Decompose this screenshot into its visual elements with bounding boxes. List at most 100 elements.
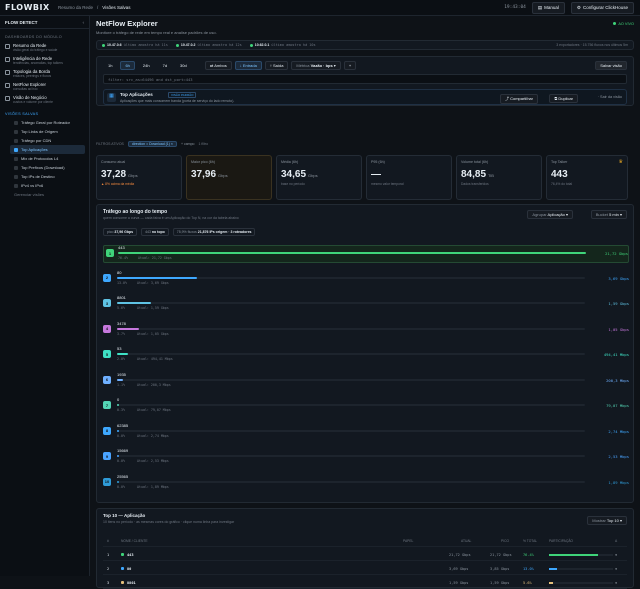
direction-out-button[interactable]: ↑ Saída: [264, 61, 289, 70]
share-button[interactable]: ⤴ Compartilhar: [499, 94, 538, 104]
saved-view-item[interactable]: Mix de Protocolos L4: [0, 154, 89, 163]
row-bar: [117, 404, 119, 406]
saved-view-item[interactable]: Tráfego Geral por Roteador: [0, 118, 89, 127]
time-tab[interactable]: 7d: [158, 61, 172, 70]
kpi-note: mesmo valor temporal: [371, 182, 404, 186]
saved-view-item[interactable]: IPv4 vs IPv6: [0, 181, 89, 190]
view-icon: [14, 174, 18, 179]
time-tab[interactable]: 1h: [103, 61, 117, 70]
traffic-row[interactable]: 4 3478 3.7% Atual: 1,05 Gbps 1,05 Gbps: [103, 320, 629, 342]
metric-select[interactable]: Métrica Vazão · bps ▾: [291, 61, 341, 70]
default-view-badge: VISÃO PADRÃO: [168, 92, 197, 98]
traffic-row[interactable]: 10 25565 0.0% Atual: 1,89 Mbps 1,89 Mbps: [103, 473, 629, 495]
row-current: Atual: 1,05 Gbps: [137, 331, 169, 336]
breadcrumb-item[interactable]: Resumo da Rede: [58, 5, 93, 10]
kpi-unit: Gbps: [218, 173, 228, 178]
view-description: Aplicações que mais consomem banda (port…: [120, 99, 235, 103]
saved-view-item[interactable]: Top IPs de Destino: [0, 172, 89, 181]
table-row[interactable]: 3 8801 1,59 Gbps 1,59 Gbps 5.6% ⊕: [103, 577, 627, 589]
row-current: Atual: 3,69 Gbps: [137, 280, 169, 285]
collapse-icon[interactable]: ‹: [83, 20, 90, 25]
direction-both-button[interactable]: ⇄ Ambos: [205, 61, 232, 70]
row-track: [117, 327, 585, 330]
rank-badge: 4: [103, 324, 111, 333]
row-bar: [117, 480, 119, 483]
traffic-row[interactable]: 8 62385 0.0% Atual: 2,74 Mbps 2,74 Mbps: [103, 423, 629, 444]
query-input[interactable]: filter: src_as=64496 and dst_port=443: [103, 74, 627, 84]
row-value: 1,05 Gbps: [608, 326, 629, 332]
add-filter-button[interactable]: +: [343, 61, 357, 70]
row-current: Atual: 2,53 Mbps: [137, 459, 169, 463]
direction-in-button[interactable]: ↓ Entrada: [234, 61, 262, 70]
add-field-button[interactable]: + campo: [181, 142, 195, 146]
traffic-row[interactable]: 3 8801 5.6% Atual: 1,59 Gbps 1,59 Gbps: [103, 295, 629, 316]
filter-chip[interactable]: direction = Download (1) ×: [127, 141, 177, 147]
rank-badge: 2: [103, 273, 111, 282]
row-pct: 0.0%: [117, 459, 125, 463]
time-tab[interactable]: 30d: [175, 61, 192, 70]
sidebar-item[interactable]: NetFlow Explorer consultas ad hoc: [0, 80, 89, 93]
table-row[interactable]: 1 443 21,72 Gbps 21,72 Gbps 76.4% ⊕: [103, 549, 627, 561]
traffic-row[interactable]: 6 1935 1.1% Atual: 200,3 Mbps 200,3 Mbps: [103, 372, 629, 393]
exit-view-button[interactable]: · Sair da visão: [598, 95, 622, 99]
router-note: último amostra há 11s: [123, 43, 168, 47]
saved-view-label: Mix de Protocolos L4: [21, 156, 59, 161]
traffic-row[interactable]: 7 0 0.3% Atual: 79,07 Mbps 79,07 Mbps: [103, 397, 629, 418]
traffic-row[interactable]: 5 53 2.0% Atual: 494,41 Mbps 494,41 Mbps: [103, 346, 629, 367]
top10-table-panel: Top 10 — Aplicação 10 itens no período ·…: [96, 508, 634, 589]
row-label: 25565: [117, 473, 129, 479]
row-pct: 5.6%: [523, 580, 532, 585]
table-row[interactable]: 2 80 3,69 Gbps 3,85 Gbps 13.0% ⊕: [103, 563, 627, 575]
show-topn-select[interactable]: Mostrar Top 10 ▾: [587, 516, 627, 525]
row-action-icon[interactable]: ⊕: [615, 581, 617, 585]
saved-view-label: Top Prefixos (Download): [21, 165, 65, 170]
book-icon: ▤: [537, 4, 543, 10]
save-view-button[interactable]: Salvar visão: [595, 61, 627, 70]
row-action-icon[interactable]: ⊕: [615, 567, 617, 571]
router-name: 10.62.0.1: [254, 43, 270, 47]
row-track: [118, 252, 586, 254]
traffic-row[interactable]: 2 80 13.0% Atual: 3,69 Gbps 3,69 Gbps: [103, 270, 629, 291]
app-logo[interactable]: FLOWBIX: [0, 3, 49, 12]
time-tab[interactable]: 6h: [120, 61, 135, 70]
sidebar-item[interactable]: Visão de Negócio custos e volume por clie…: [0, 93, 89, 106]
router-status[interactable]: 10.47.0.2 último amostra há 12s: [175, 43, 242, 47]
kpi-value: —: [371, 169, 381, 180]
row-action-icon[interactable]: ⊕: [615, 553, 617, 557]
saved-view-item[interactable]: Top Prefixos (Download): [0, 163, 89, 172]
router-status[interactable]: 10.62.0.1 último amostra há 10s: [249, 43, 316, 47]
filter-count: 1 filtro: [198, 142, 209, 146]
kpi-note: 76,4% do total: [551, 182, 573, 186]
time-tab[interactable]: 24h: [138, 61, 155, 70]
table-title: Top 10 — Aplicação: [103, 513, 146, 518]
saved-view-label: Top IPs de Destino: [21, 174, 55, 179]
saved-view-item[interactable]: Tráfego por CDN: [0, 136, 89, 145]
page-title: NetFlow Explorer: [96, 19, 158, 28]
rank-badge: 7: [103, 401, 111, 409]
kpi-unit: TiB: [488, 173, 494, 178]
sidebar-item[interactable]: Resumo da Rede visão geral do tráfego e s…: [0, 41, 89, 54]
live-dot-icon: [613, 22, 617, 25]
bucket-select[interactable]: Bucket 5 min ▾: [590, 210, 627, 219]
kpi-card: P95 (6h) — mesmo valor temporal: [366, 155, 452, 200]
traffic-row[interactable]: 9 15669 0.0% Atual: 2,53 Mbps 2,53 Mbps: [103, 448, 629, 469]
traffic-panel: Tráfego ao longo do tempo quem consome a…: [96, 204, 634, 503]
color-swatch-icon: [121, 553, 124, 556]
saved-view-item[interactable]: Top Links de Origem: [0, 127, 89, 136]
row-value: 494,41 Mbps: [603, 352, 629, 357]
row-bar: [117, 353, 128, 355]
group-by-select[interactable]: Agrupar Aplicação ▾: [527, 210, 573, 219]
sidebar-item[interactable]: Topologia da Borda enlaces, peerings e fl…: [0, 67, 89, 80]
rank-badge: 1: [106, 249, 114, 257]
config-clickhouse-button[interactable]: ⚙ Configurar ClickHouse: [570, 1, 634, 14]
router-status[interactable]: 10.47.0.6 último amostra há 11s: [102, 43, 168, 47]
sidebar-item[interactable]: Inteligência de Rede tendências, anomalia…: [0, 54, 89, 67]
row-label: 0: [117, 397, 120, 402]
row-label: 3478: [117, 320, 126, 326]
manual-button[interactable]: ▤ Manual: [531, 1, 565, 14]
traffic-row[interactable]: 1 443 76.4% Atual: 21,72 Gbps 21,72 Gbps: [103, 245, 629, 263]
saved-view-item[interactable]: Top Aplicações: [10, 145, 85, 154]
dashboard-icon: [5, 44, 10, 49]
duplicate-button[interactable]: ⧉ Duplicar: [549, 94, 578, 103]
manage-views-link[interactable]: Gerenciar visões: [0, 190, 89, 199]
